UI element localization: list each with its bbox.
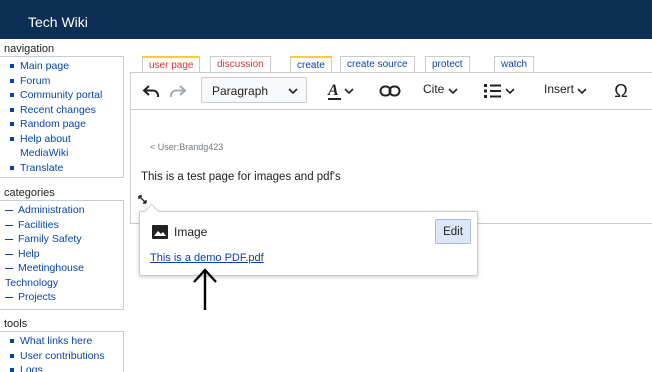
nav-random-page[interactable]: Random page (0, 117, 123, 132)
undo-icon[interactable] (141, 81, 161, 101)
cat-meetinghouse[interactable]: Meetinghouse (0, 261, 123, 276)
tab-watch[interactable]: watch (494, 56, 535, 72)
edit-button[interactable]: Edit (435, 219, 471, 244)
navigation-portal: Main page Forum Community portal Recent … (0, 56, 124, 178)
tab-discussion[interactable]: discussion (210, 56, 271, 72)
editor-toolbar: Paragraph A Cite Insert Ω (131, 73, 652, 110)
cat-facilities[interactable]: Facilities (0, 218, 123, 233)
tab-protect[interactable]: protect (425, 56, 470, 72)
site-header: Tech Wiki (0, 0, 652, 39)
pdf-file-link[interactable]: This is a demo PDF.pdf (150, 252, 264, 264)
tab-create-source[interactable]: create source (340, 56, 415, 72)
chevron-down-icon (447, 81, 459, 101)
page-body-text[interactable]: This is a test page for images and pdf's (141, 171, 341, 183)
categories-heading: categories (4, 187, 55, 199)
paragraph-format-label: Paragraph (212, 84, 269, 98)
tools-portal: What links here User contributions Logs (0, 331, 124, 372)
nav-community-portal[interactable]: Community portal (0, 88, 123, 103)
special-character-button[interactable]: Ω (611, 81, 631, 101)
nav-help-about[interactable]: Help about (0, 132, 123, 147)
popup-type-label: Image (174, 225, 208, 239)
tab-create[interactable]: create (290, 56, 332, 73)
nav-translate[interactable]: Translate (0, 161, 123, 176)
nav-main-page[interactable]: Main page (0, 59, 123, 74)
tool-what-links-here[interactable]: What links here (0, 334, 123, 349)
link-icon[interactable] (378, 81, 402, 101)
cat-help[interactable]: Help (0, 247, 123, 262)
nav-help-about-cont[interactable]: MediaWiki (0, 146, 123, 161)
chevron-down-icon (288, 78, 298, 114)
nav-forum[interactable]: Forum (0, 74, 123, 89)
cat-projects[interactable]: Projects (0, 290, 123, 305)
list-icon[interactable] (483, 81, 517, 101)
text-style-icon[interactable]: A (327, 81, 357, 101)
categories-portal: Administration Facilities Family Safety … (0, 200, 124, 310)
insert-button[interactable]: Insert (544, 82, 574, 96)
image-icon (152, 225, 168, 239)
chevron-down-icon (576, 81, 588, 101)
cat-technology[interactable]: Technology (0, 276, 123, 291)
nav-recent-changes[interactable]: Recent changes (0, 103, 123, 118)
cat-family-safety[interactable]: Family Safety (0, 232, 123, 247)
paragraph-format-select[interactable]: Paragraph (201, 77, 307, 103)
redo-icon[interactable] (168, 81, 188, 101)
cite-button[interactable]: Cite (423, 82, 444, 96)
tab-user-page[interactable]: user page (142, 56, 201, 73)
navigation-heading: navigation (4, 43, 55, 55)
cat-administration[interactable]: Administration (0, 203, 123, 218)
user-breadcrumb[interactable]: < User:Brandg423 (150, 142, 223, 152)
site-title[interactable]: Tech Wiki (28, 14, 88, 30)
tool-user-contributions[interactable]: User contributions (0, 349, 123, 364)
up-arrow-icon (193, 268, 217, 310)
svg-text:A: A (327, 82, 339, 99)
resize-handle-icon[interactable] (138, 195, 147, 204)
tools-heading: tools (4, 318, 28, 330)
